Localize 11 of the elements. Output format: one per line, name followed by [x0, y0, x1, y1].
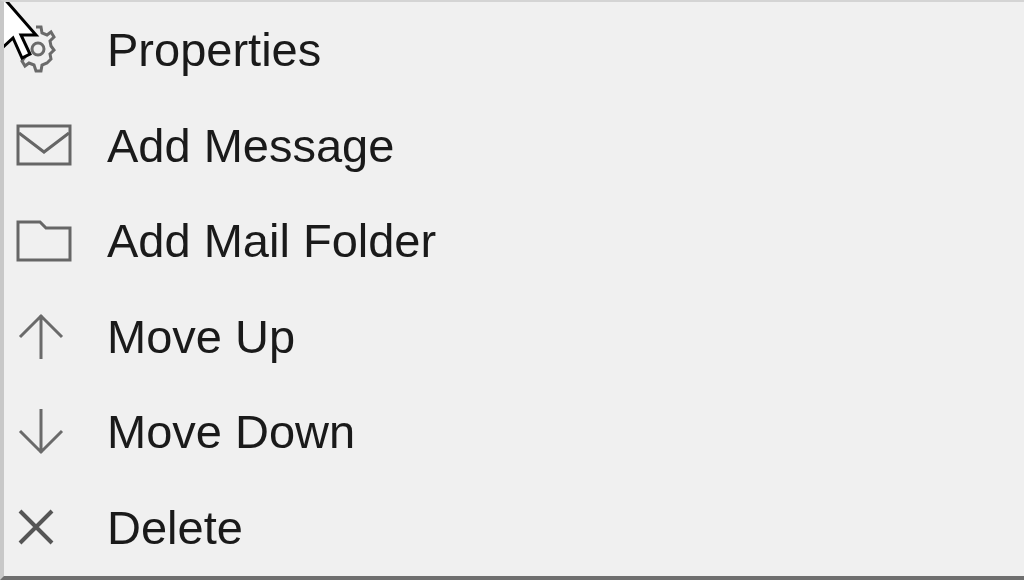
- arrow-down-icon: [16, 406, 66, 457]
- menu-item[interactable]: Add Message: [4, 97, 1024, 193]
- menu-item[interactable]: Add Mail Folder: [4, 193, 1024, 289]
- folder-icon: [16, 219, 72, 262]
- arrow-up-icon: [16, 311, 66, 362]
- menu-item[interactable]: Delete: [4, 479, 1024, 575]
- menu-item[interactable]: Move Down: [4, 384, 1024, 480]
- menu-item[interactable]: Properties: [4, 2, 1024, 98]
- cursor-icon: [4, 2, 40, 60]
- envelope-icon: [16, 124, 72, 167]
- menu-item[interactable]: Move Up: [4, 288, 1024, 384]
